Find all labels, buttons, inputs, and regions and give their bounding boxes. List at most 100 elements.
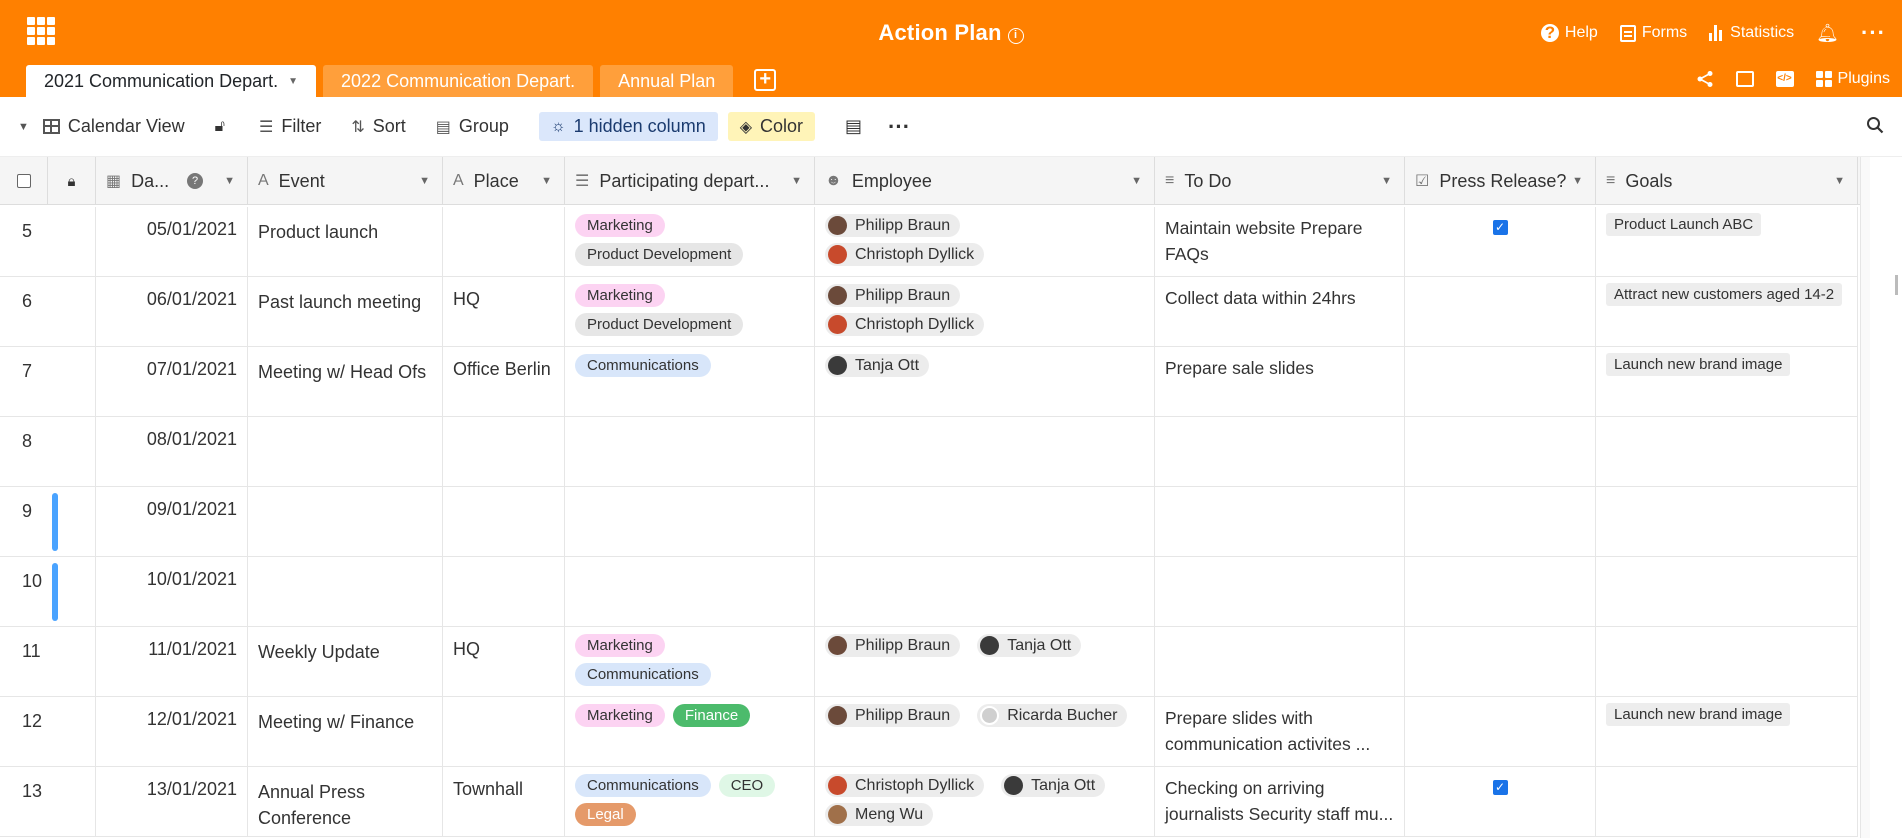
goals-cell[interactable]: Attract new customers aged 14-2 (1596, 277, 1858, 346)
place-cell[interactable] (443, 487, 565, 556)
departments-cell[interactable]: Marketing Product Development (565, 207, 815, 276)
table-row[interactable]: 10 10/01/2021 (0, 557, 1858, 627)
table-row[interactable]: 8 08/01/2021 (0, 417, 1858, 487)
departments-cell[interactable]: Marketing Communications (565, 627, 815, 696)
date-cell[interactable]: 08/01/2021 (96, 417, 248, 486)
chevron-down-icon[interactable]: ▼ (18, 121, 29, 133)
departments-cell[interactable]: Communications (565, 347, 815, 416)
chevron-down-icon[interactable]: ▼ (224, 175, 235, 187)
employee-cell[interactable] (815, 487, 1155, 556)
press-release-cell[interactable] (1405, 487, 1596, 556)
event-cell[interactable]: Meeting w/ Head Ofs (248, 347, 443, 416)
share-icon[interactable] (1696, 70, 1714, 88)
chevron-down-icon[interactable]: ▼ (541, 175, 552, 187)
event-cell[interactable]: Annual Press Conference (248, 767, 443, 836)
todo-cell[interactable]: Maintain website Prepare FAQs (1155, 207, 1405, 276)
press-release-cell[interactable] (1405, 417, 1596, 486)
todo-cell[interactable] (1155, 487, 1405, 556)
column-header-todo[interactable]: ≡ To Do ▼ (1155, 157, 1405, 205)
goals-cell[interactable] (1596, 767, 1858, 836)
help-button[interactable]: ? Help (1540, 24, 1598, 42)
table-row[interactable]: 9 09/01/2021 (0, 487, 1858, 557)
column-header-goals[interactable]: ≡ Goals ▼ (1596, 157, 1858, 205)
press-release-cell[interactable]: ✓ (1405, 207, 1596, 276)
employee-cell[interactable] (815, 557, 1155, 626)
date-cell[interactable]: 07/01/2021 (96, 347, 248, 416)
forms-button[interactable]: Forms (1619, 24, 1687, 42)
press-release-cell[interactable] (1405, 557, 1596, 626)
view-selector[interactable]: ▼ Calendar View (18, 116, 185, 137)
todo-cell[interactable]: Prepare sale slides (1155, 347, 1405, 416)
press-release-cell[interactable] (1405, 277, 1596, 346)
goals-cell[interactable] (1596, 417, 1858, 486)
todo-cell[interactable]: Checking on arriving journalists Securit… (1155, 767, 1405, 836)
row-height-icon[interactable]: ▤ (845, 116, 862, 137)
event-cell[interactable] (248, 417, 443, 486)
goals-cell[interactable] (1596, 557, 1858, 626)
employee-cell[interactable]: Philipp Braun Tanja Ott (815, 627, 1155, 696)
statistics-button[interactable]: Statistics (1709, 24, 1794, 42)
event-cell[interactable]: Past launch meeting (248, 277, 443, 346)
column-header-departments[interactable]: ☰ Participating depart... ▼ (565, 157, 815, 205)
hidden-columns-button[interactable]: ☼ 1 hidden column (538, 112, 718, 141)
chevron-down-icon[interactable]: ▼ (791, 175, 802, 187)
press-release-cell[interactable] (1405, 347, 1596, 416)
tab-2022-communication[interactable]: 2022 Communication Depart. (323, 65, 594, 97)
vertical-scrollbar[interactable] (1870, 205, 1902, 838)
goals-cell[interactable]: Launch new brand image (1596, 697, 1858, 766)
departments-cell[interactable] (565, 487, 815, 556)
table-row[interactable]: 7 07/01/2021 Meeting w/ Head Ofs Office … (0, 347, 1858, 417)
date-cell[interactable]: 13/01/2021 (96, 767, 248, 836)
color-button[interactable]: ◈ Color (727, 112, 816, 141)
event-cell[interactable] (248, 487, 443, 556)
employee-cell[interactable]: Tanja Ott (815, 347, 1155, 416)
add-table-icon[interactable]: + (754, 69, 777, 91)
column-header-press-release[interactable]: ☑ Press Release? ▼ (1405, 157, 1596, 205)
chevron-down-icon[interactable]: ▼ (1572, 175, 1583, 187)
row-lock-header[interactable]: 🔒︎ (48, 157, 96, 205)
question-icon[interactable]: ? (187, 173, 203, 189)
column-header-event[interactable]: A Event ▼ (248, 157, 443, 205)
table-row[interactable]: 6 06/01/2021 Past launch meeting HQ Mark… (0, 277, 1858, 347)
table-row[interactable]: 13 13/01/2021 Annual Press Conference To… (0, 767, 1858, 837)
goals-cell[interactable] (1596, 627, 1858, 696)
sort-button[interactable]: ⇅ Sort (351, 116, 405, 137)
date-cell[interactable]: 09/01/2021 (96, 487, 248, 556)
column-header-place[interactable]: A Place ▼ (443, 157, 565, 205)
departments-cell[interactable] (565, 417, 815, 486)
code-icon[interactable]: </> (1775, 71, 1794, 87)
event-cell[interactable] (248, 557, 443, 626)
chevron-down-icon[interactable]: ▼ (1381, 175, 1392, 187)
todo-cell[interactable] (1155, 627, 1405, 696)
tab-annual-plan[interactable]: Annual Plan (600, 65, 734, 97)
todo-cell[interactable] (1155, 557, 1405, 626)
departments-cell[interactable]: Marketing Product Development (565, 277, 815, 346)
employee-cell[interactable]: Christoph Dyllick Tanja Ott Meng Wu (815, 767, 1155, 836)
place-cell[interactable] (443, 557, 565, 626)
departments-cell[interactable]: Marketing Finance (565, 697, 815, 766)
place-cell[interactable]: HQ (443, 277, 565, 346)
event-cell[interactable]: Meeting w/ Finance (248, 697, 443, 766)
place-cell[interactable]: HQ (443, 627, 565, 696)
employee-cell[interactable]: Philipp Braun Christoph Dyllick (815, 207, 1155, 276)
date-cell[interactable]: 05/01/2021 (96, 207, 248, 276)
select-all-checkbox[interactable] (0, 157, 48, 205)
goals-cell[interactable]: Launch new brand image (1596, 347, 1858, 416)
chevron-down-icon[interactable]: ▼ (288, 76, 298, 87)
departments-cell[interactable]: Communications CEO Legal (565, 767, 815, 836)
info-icon[interactable]: i (1007, 28, 1024, 44)
press-release-cell[interactable]: ✓ (1405, 767, 1596, 836)
date-cell[interactable]: 11/01/2021 (96, 627, 248, 696)
more-icon[interactable]: ··· (1861, 20, 1886, 46)
plugins-button[interactable]: Plugins (1815, 70, 1890, 88)
chevron-down-icon[interactable]: ▼ (1834, 175, 1845, 187)
employee-cell[interactable]: Philipp Braun Christoph Dyllick (815, 277, 1155, 346)
place-cell[interactable]: Townhall (443, 767, 565, 836)
column-header-employee[interactable]: ☻ Employee ▼ (815, 157, 1155, 205)
place-cell[interactable] (443, 417, 565, 486)
event-cell[interactable]: Product launch (248, 207, 443, 276)
search-icon[interactable] (1866, 116, 1884, 134)
snapshot-icon[interactable] (1735, 71, 1754, 87)
place-cell[interactable] (443, 207, 565, 276)
event-cell[interactable]: Weekly Update (248, 627, 443, 696)
